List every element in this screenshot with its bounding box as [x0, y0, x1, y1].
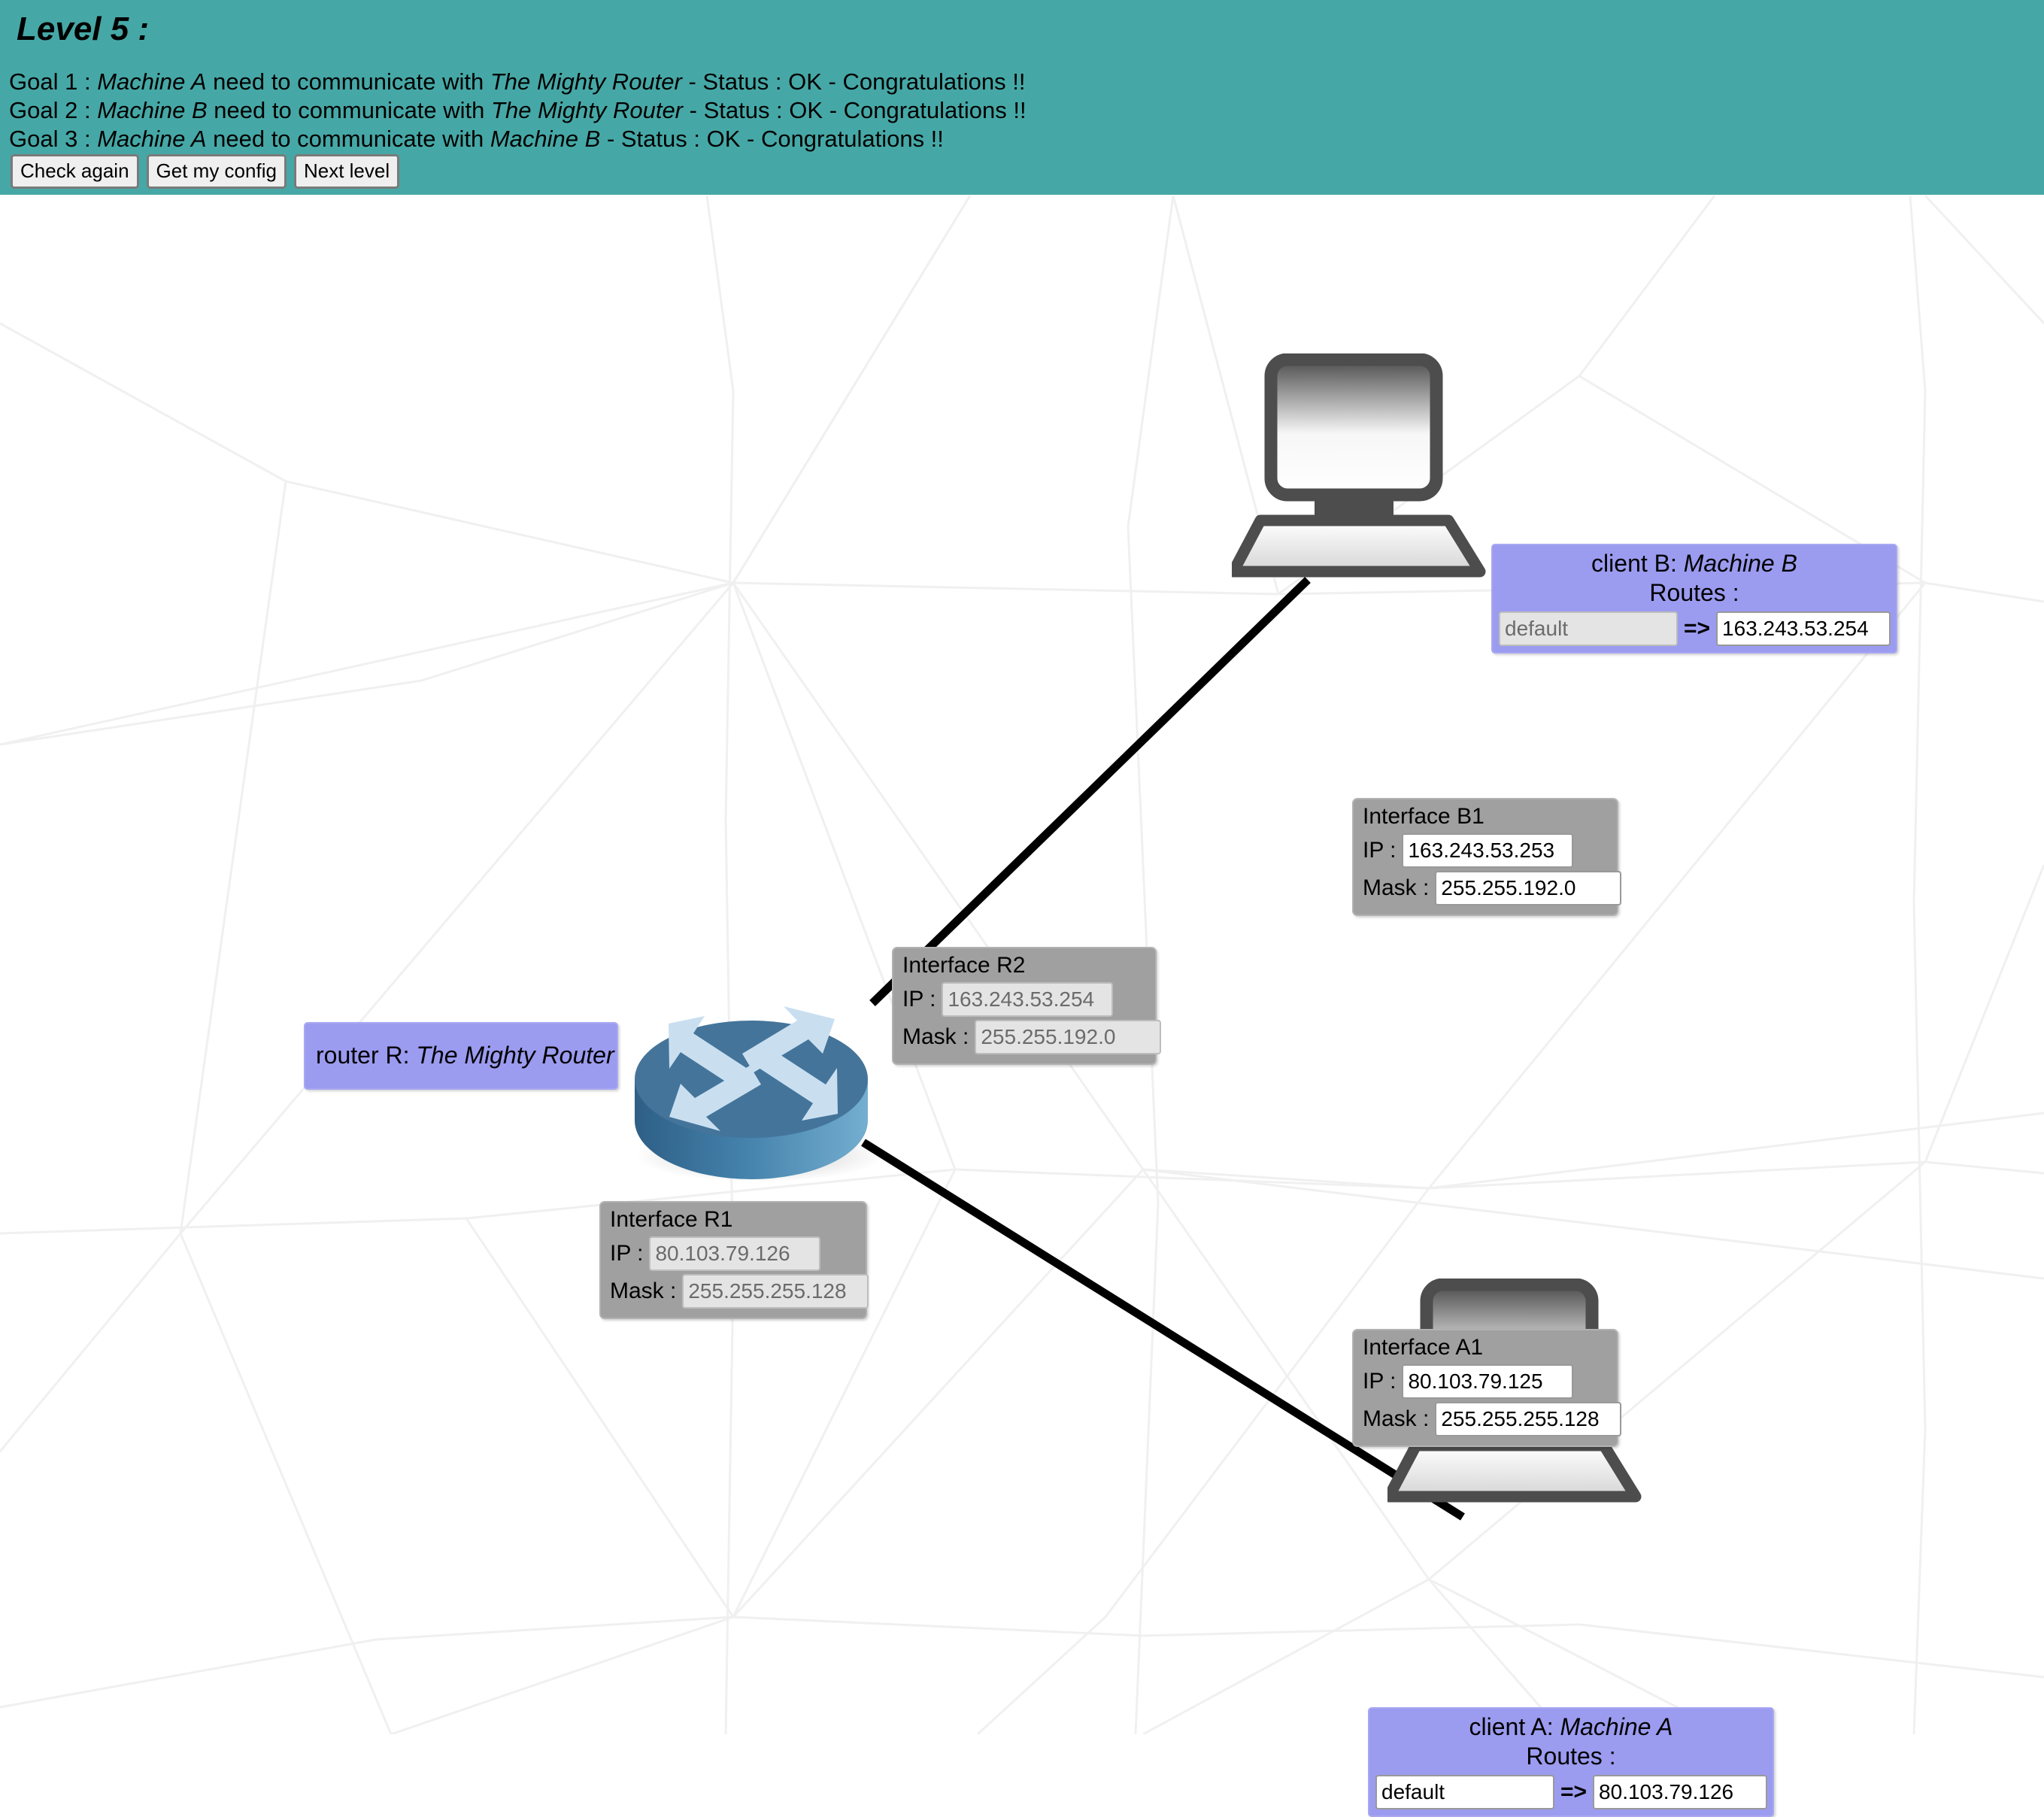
client-a-title: client A: Machine A [1375, 1713, 1767, 1741]
router-panel: router R: The Mighty Router [304, 1022, 618, 1090]
interface-box-b1: Interface B1 IP : Mask : [1352, 798, 1622, 916]
goal-2-target: The Mighty Router [491, 97, 684, 123]
interface-r1-title: Interface R1 [610, 1207, 733, 1232]
client-b-route-row: => [1499, 611, 1891, 646]
interface-box-r2: Interface R2 IP : Mask : [892, 947, 1162, 1065]
goal-2-subject: Machine B [97, 97, 208, 123]
goal-1-subject: Machine A [97, 68, 207, 95]
interface-r1-ip-row: IP : [610, 1236, 857, 1271]
interface-b1-title: Interface B1 [1363, 804, 1484, 829]
client-b-title: client B: Machine B [1499, 550, 1890, 578]
router-title-prefix: router R: [316, 1041, 417, 1069]
client-a-panel: client A: Machine A Routes : => [1368, 1707, 1774, 1817]
check-again-button[interactable]: Check again [11, 154, 139, 189]
interface-r1-mask-input [682, 1273, 869, 1309]
goal-2-status: - Status : OK - Congratulations !! [683, 97, 1027, 123]
goal-3-middle: need to communicate with [206, 126, 490, 152]
header-button-row: Check again Get my config Next level [11, 154, 400, 189]
interface-a1-ip-row: IP : [1363, 1364, 1608, 1399]
interface-r2-ip-row: IP : [902, 981, 1146, 1017]
goal-2-prefix: Goal 2 : [9, 97, 98, 123]
interface-b1-mask-input[interactable] [1435, 870, 1622, 905]
client-a-route-gateway-input[interactable] [1593, 1774, 1768, 1809]
route-arrow-icon: => [1684, 615, 1711, 641]
interface-a1-mask-input[interactable] [1435, 1401, 1622, 1436]
router-icon [635, 1006, 884, 1182]
interface-r2-mask-row: Mask : [902, 1019, 1162, 1054]
interface-r2-title: Interface R2 [902, 953, 1026, 978]
goal-2-middle: need to communicate with [207, 97, 492, 123]
interface-r2-mask-input [975, 1019, 1162, 1054]
goal-1-target: The Mighty Router [490, 68, 682, 95]
client-a-routes-label: Routes : [1526, 1742, 1616, 1770]
interface-a1-mask-label: Mask : [1363, 1406, 1430, 1431]
interface-b1-ip-label: IP : [1363, 837, 1397, 863]
client-b-routes-label: Routes : [1649, 578, 1739, 606]
interface-b1-ip-input[interactable] [1402, 833, 1574, 868]
interface-r2-ip-label: IP : [902, 986, 936, 1012]
interface-b1-mask-row: Mask : [1363, 870, 1622, 905]
get-my-config-button[interactable]: Get my config [146, 154, 287, 189]
goal-3-prefix: Goal 3 : [9, 126, 98, 152]
interface-a1-mask-row: Mask : [1363, 1401, 1622, 1436]
goal-1-status: - Status : OK - Congratulations !! [681, 68, 1026, 95]
next-level-button[interactable]: Next level [293, 154, 400, 189]
client-b-title-name: Machine B [1683, 550, 1797, 577]
client-b-route-destination-input [1499, 611, 1678, 646]
interface-r1-ip-input [649, 1236, 821, 1271]
interface-r1-mask-label: Mask : [610, 1278, 677, 1303]
client-b-title-prefix: client B: [1591, 550, 1684, 577]
interface-b1-ip-row: IP : [1363, 833, 1608, 868]
client-b-route-gateway-input[interactable] [1716, 611, 1891, 646]
goal-1-prefix: Goal 1 : [9, 68, 98, 95]
interface-r1-ip-label: IP : [610, 1240, 644, 1266]
level-header-bar: Level 5 : Goal 1 : Machine A need to com… [0, 0, 2044, 195]
goal-3-subject: Machine A [97, 126, 207, 152]
interface-box-r1: Interface R1 IP : Mask : [599, 1201, 869, 1319]
link-router-to-client-b [869, 577, 1311, 1006]
network-topology-canvas: Interface B1 IP : Mask : Interface R2 IP… [0, 195, 2044, 1817]
goal-line-1: Goal 1 : Machine A need to communicate w… [9, 70, 1025, 93]
client-a-route-destination-input[interactable] [1375, 1774, 1554, 1809]
page-title: Level 5 : [17, 11, 150, 47]
interface-r2-mask-label: Mask : [902, 1024, 969, 1049]
router-title: router R: The Mighty Router [311, 1042, 614, 1069]
goal-line-2: Goal 2 : Machine B need to communicate w… [9, 99, 1027, 122]
interface-b1-mask-label: Mask : [1363, 875, 1430, 900]
desktop-computer-icon-b [1232, 353, 1486, 578]
interface-a1-ip-input[interactable] [1402, 1364, 1574, 1399]
client-a-route-row: => [1375, 1774, 1768, 1809]
goal-3-target: Machine B [490, 126, 601, 152]
goal-1-middle: need to communicate with [206, 68, 490, 95]
goal-line-3: Goal 3 : Machine A need to communicate w… [9, 127, 944, 150]
route-arrow-icon: => [1560, 1779, 1588, 1804]
interface-r2-ip-input [942, 981, 1114, 1017]
interface-a1-ip-label: IP : [1363, 1368, 1397, 1394]
interface-r1-mask-row: Mask : [610, 1273, 869, 1309]
interface-a1-title: Interface A1 [1363, 1335, 1484, 1360]
client-a-title-name: Machine A [1560, 1713, 1673, 1740]
client-a-title-prefix: client A: [1469, 1713, 1560, 1740]
client-b-panel: client B: Machine B Routes : => [1491, 544, 1897, 654]
interface-box-a1: Interface A1 IP : Mask : [1352, 1329, 1622, 1447]
goal-3-status: - Status : OK - Congratulations !! [600, 126, 944, 152]
router-title-name: The Mighty Router [416, 1041, 614, 1069]
